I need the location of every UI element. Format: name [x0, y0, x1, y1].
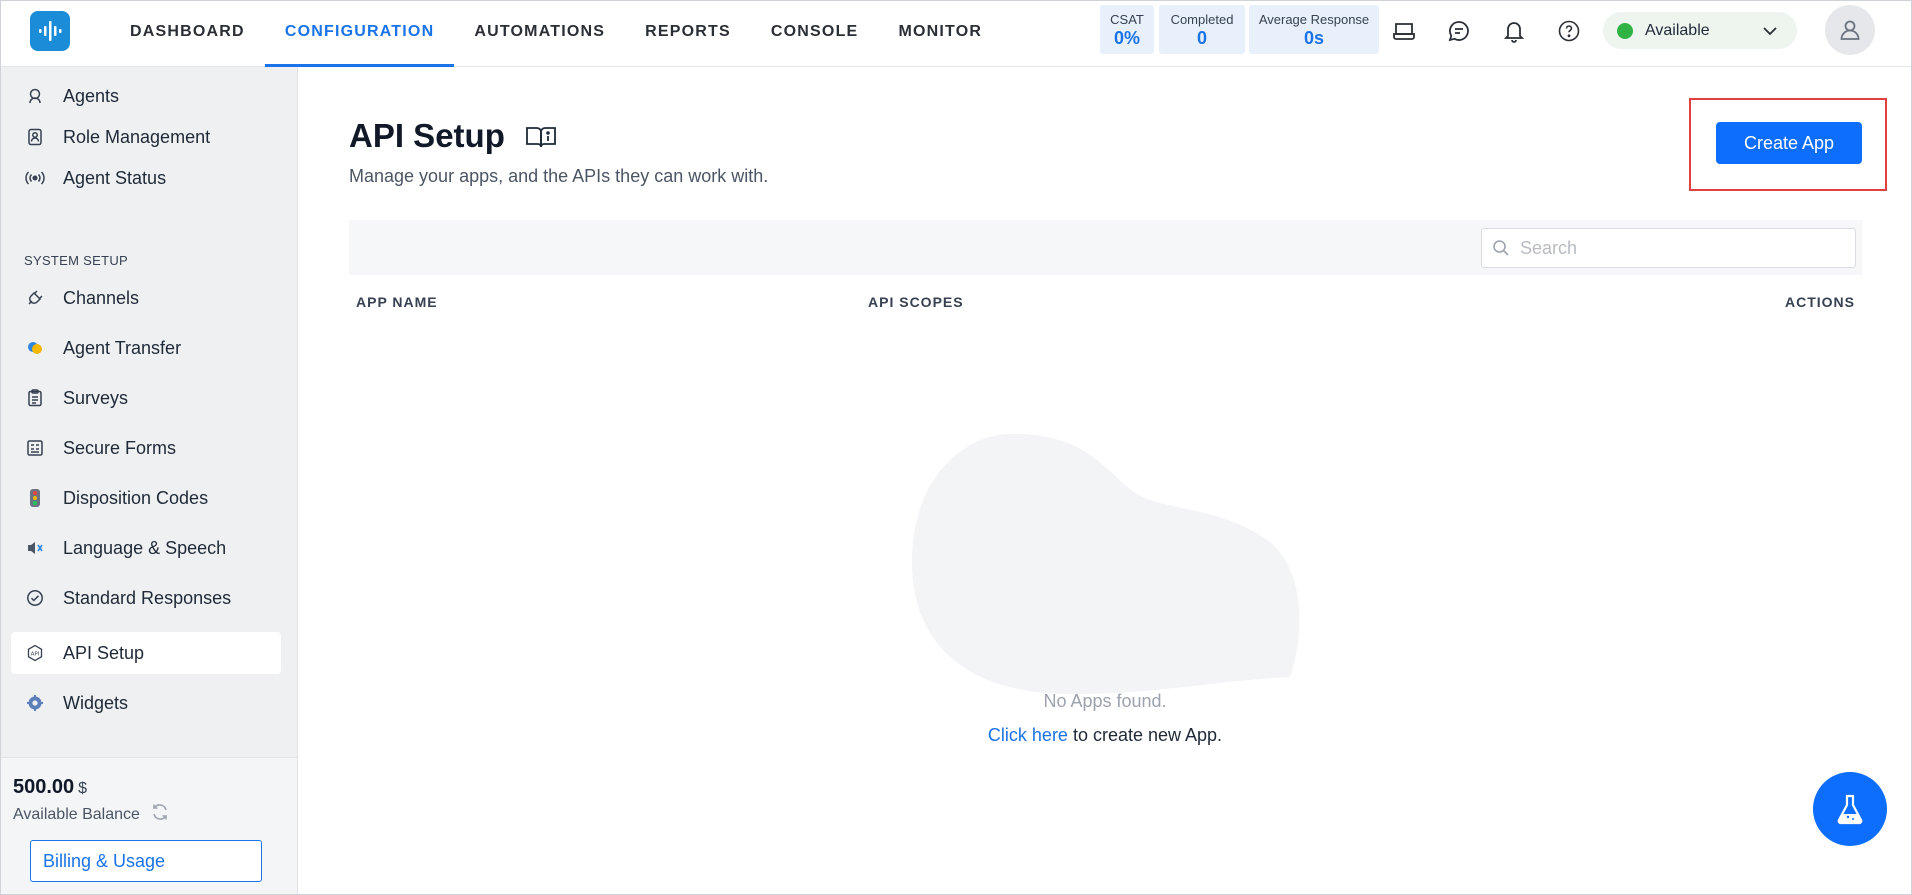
bell-icon[interactable] [1497, 14, 1531, 48]
create-app-link[interactable]: Click here [988, 725, 1068, 745]
broadcast-icon [25, 168, 45, 188]
sidebar-item-agents[interactable]: Agents [11, 75, 281, 117]
agent-status-select[interactable]: Available [1603, 12, 1797, 49]
user-avatar[interactable] [1825, 5, 1875, 55]
sidebar-item-label: Agent Status [63, 167, 167, 188]
tab-console[interactable]: CONSOLE [751, 0, 879, 67]
sidebar-item-agent-transfer[interactable]: Agent Transfer [11, 327, 281, 369]
book-info-icon[interactable] [525, 124, 557, 155]
sidebar-item-disposition-codes[interactable]: Disposition Codes [11, 477, 281, 519]
empty-cta-suffix: to create new App. [1067, 725, 1223, 745]
balance-label: Available Balance [13, 806, 140, 823]
column-header-app-name[interactable]: APP NAME [356, 294, 438, 310]
sidebar-item-label: Disposition Codes [63, 487, 209, 508]
inbox-icon[interactable] [1387, 14, 1421, 48]
empty-cta: Click here to create new App. [910, 725, 1300, 746]
speaker-icon [25, 538, 45, 558]
chevron-down-icon [1763, 27, 1777, 36]
sidebar-item-surveys[interactable]: Surveys [11, 377, 281, 419]
chat-icon[interactable] [1442, 14, 1476, 48]
api-icon: API [25, 643, 45, 663]
sidebar-item-channels[interactable]: Channels [11, 277, 281, 319]
transfer-icon [25, 338, 45, 358]
page-subtitle: Manage your apps, and the APIs they can … [349, 166, 769, 186]
agents-icon [25, 86, 45, 106]
sidebar-item-role-management[interactable]: Role Management [11, 116, 281, 158]
flask-icon [1837, 794, 1863, 825]
sidebar-item-standard-responses[interactable]: Standard Responses [11, 577, 281, 619]
column-header-actions: ACTIONS [1785, 294, 1855, 310]
tab-dashboard[interactable]: DASHBOARD [110, 0, 265, 67]
sidebar-item-agent-status[interactable]: Agent Status [11, 157, 281, 199]
sidebar-item-label: Agents [63, 85, 120, 106]
app-logo[interactable] [30, 11, 70, 51]
sidebar-item-label: Secure Forms [63, 437, 177, 458]
main-nav: DASHBOARD CONFIGURATION AUTOMATIONS REPO… [110, 0, 1002, 67]
balance-value: 500.00 [13, 776, 75, 798]
user-icon [1840, 20, 1860, 40]
tab-reports[interactable]: REPORTS [625, 0, 751, 67]
empty-state: No Apps found. Click here to create new … [910, 0, 1300, 895]
sidebar-item-label: Widgets [63, 692, 129, 713]
balance-panel: 500.00 $ Available Balance Billing & Usag… [0, 757, 297, 895]
sidebar-item-label: API Setup [63, 642, 145, 663]
sidebar-item-label: Standard Responses [63, 587, 232, 608]
balance-amount: 500.00 $ [13, 776, 87, 799]
balance-currency: $ [78, 780, 88, 797]
clipboard-icon [25, 388, 45, 408]
sidebar-item-label: Language & Speech [63, 537, 227, 558]
traffic-light-icon [25, 488, 45, 508]
highlight-box [1689, 98, 1887, 191]
billing-usage-button[interactable]: Billing & Usage [30, 840, 262, 882]
sidebar-item-widgets[interactable]: Widgets [11, 682, 281, 724]
sidebar-item-label: Role Management [63, 126, 211, 147]
tab-automations[interactable]: AUTOMATIONS [454, 0, 625, 67]
waveform-icon [39, 21, 62, 41]
agent-status-label: Available [1645, 21, 1710, 39]
sidebar-item-label: Channels [63, 287, 140, 308]
sidebar-item-label: Agent Transfer [63, 337, 182, 358]
sidebar-item-language-speech[interactable]: Language & Speech [11, 527, 281, 569]
svg-text:API: API [31, 652, 40, 658]
help-icon[interactable] [1552, 14, 1586, 48]
search-icon [1492, 239, 1510, 257]
widget-gear-icon [25, 693, 45, 713]
check-circle-icon [25, 588, 45, 608]
search-box[interactable] [1481, 228, 1856, 268]
badge-icon [25, 127, 45, 147]
page-title: API Setup [349, 117, 505, 154]
search-input[interactable] [1520, 237, 1840, 259]
empty-message: No Apps found. [1043, 691, 1167, 711]
sidebar: Agents Role Management Agent Status SYST… [0, 67, 298, 895]
form-icon [25, 438, 45, 458]
status-dot-icon [1617, 22, 1633, 39]
tab-configuration[interactable]: CONFIGURATION [264, 0, 455, 67]
sidebar-item-api-setup[interactable]: API API Setup [11, 632, 281, 674]
plug-icon [25, 288, 45, 308]
system-setup-heading: SYSTEM SETUP [24, 253, 129, 268]
sidebar-item-label: Surveys [63, 387, 129, 408]
sidebar-item-secure-forms[interactable]: Secure Forms [11, 427, 281, 469]
refresh-icon[interactable] [150, 802, 170, 827]
beta-lab-button[interactable] [1813, 772, 1887, 846]
